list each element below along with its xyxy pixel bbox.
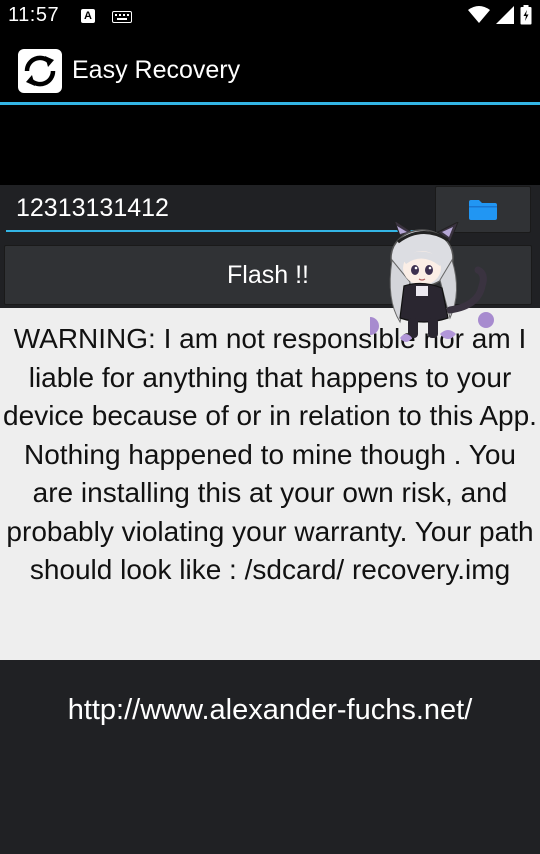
chibi-sticker-image (361, 218, 500, 348)
system-icons (468, 4, 532, 30)
keyboard-icon (112, 10, 132, 23)
status-bar: 11:57 A (0, 0, 540, 34)
path-input[interactable] (6, 186, 426, 230)
refresh-icon (18, 49, 62, 93)
folder-icon (469, 200, 497, 220)
website-link[interactable]: http://www.alexander-fuchs.net/ (0, 694, 540, 727)
status-time: 11:57 (8, 4, 60, 26)
battery-icon (520, 4, 532, 30)
header-spacer (0, 105, 540, 185)
wifi-icon (468, 5, 490, 29)
app-bar: Easy Recovery (0, 34, 540, 102)
warning-text: WARNING: I am not responsible nor am I l… (3, 323, 537, 585)
path-input-underline (6, 230, 426, 232)
signal-icon (496, 5, 514, 29)
warning-panel: WARNING: I am not responsible nor am I l… (0, 308, 540, 660)
a-box-icon: A (81, 9, 95, 23)
app-title: Easy Recovery (72, 56, 241, 84)
